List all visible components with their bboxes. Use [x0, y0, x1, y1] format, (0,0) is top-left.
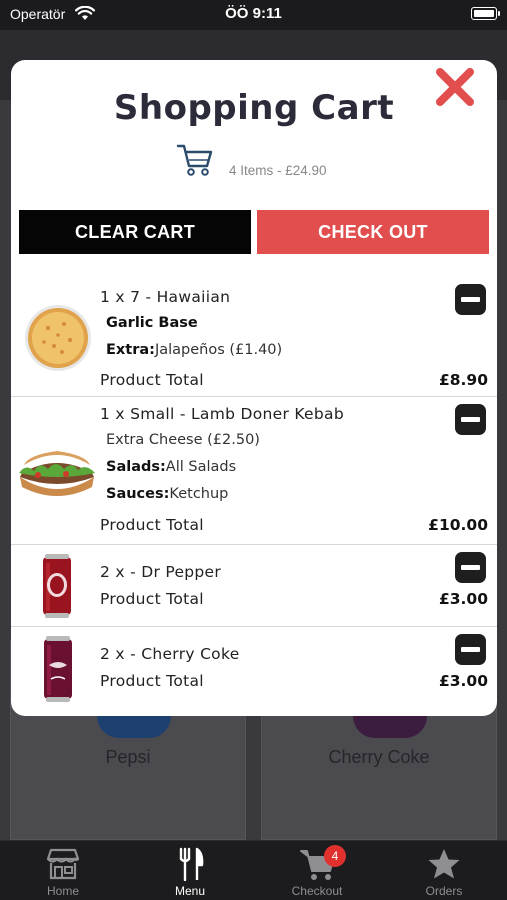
product-total-value: £3.00 — [438, 672, 488, 690]
minus-icon — [461, 647, 480, 652]
remove-item-button[interactable] — [455, 634, 486, 665]
tab-home[interactable]: Home — [0, 841, 126, 900]
tab-label: Menu — [174, 884, 206, 898]
utensils-icon — [179, 847, 204, 881]
status-bar: Operatör ÖÖ 9:11 — [0, 0, 507, 30]
product-total-value: £10.00 — [428, 516, 488, 534]
cart-icon — [176, 144, 213, 176]
status-time: ÖÖ 9:11 — [225, 5, 282, 22]
item-title: 2 x - Cherry Coke — [100, 645, 240, 663]
item-title: 1 x 7 - Hawaiian — [100, 288, 231, 306]
item-title: 1 x Small - Lamb Doner Kebab — [100, 405, 344, 423]
tab-label: Orders — [425, 884, 463, 898]
dr-pepper-can-image — [43, 554, 71, 618]
cart-summary: 4 Items - £24.90 — [229, 163, 327, 178]
menu-card-label: Cherry Coke — [328, 747, 430, 767]
item-extra: Extra Cheese (£2.50) — [106, 432, 260, 448]
item-salads-label: Salads: — [106, 459, 166, 475]
product-total-value: £3.00 — [438, 590, 488, 608]
remove-item-button[interactable] — [455, 552, 486, 583]
tab-bar: Home Menu 4 Checkout Orders — [0, 840, 507, 900]
clear-cart-button[interactable]: CLEAR CART — [19, 210, 251, 254]
minus-icon — [461, 565, 480, 570]
item-extra: Extra:Jalapeños (£1.40) — [106, 342, 282, 358]
item-extra-value: Jalapeños (£1.40) — [154, 342, 283, 358]
product-total-label: Product Total — [100, 590, 204, 608]
menu-card-label: Pepsi — [105, 747, 151, 767]
star-icon — [428, 849, 460, 879]
check-out-button[interactable]: CHECK OUT — [257, 210, 489, 254]
remove-item-button[interactable] — [455, 404, 486, 435]
item-sauces-label: Sauces: — [106, 486, 170, 502]
pepsi-can-image — [97, 716, 171, 738]
cherry-coke-can-image — [44, 636, 72, 702]
tab-checkout[interactable]: 4 Checkout — [254, 841, 380, 900]
item-sauces-value: Ketchup — [169, 486, 229, 502]
battery-icon — [471, 7, 500, 20]
cart-item: 1 x Small - Lamb Doner Kebab Extra Chees… — [11, 397, 497, 545]
item-salads-value: All Salads — [165, 459, 237, 475]
product-total-label: Product Total — [100, 371, 204, 389]
cart-item: 2 x - Cherry Coke Product Total £3.00 — [11, 627, 497, 716]
cherry-coke-can-image — [353, 716, 427, 738]
tab-menu[interactable]: Menu — [127, 841, 253, 900]
modal-title: Shopping Cart — [113, 88, 395, 128]
minus-icon — [461, 297, 480, 302]
item-salads: Salads:All Salads — [106, 459, 236, 475]
tab-label: Checkout — [291, 884, 343, 898]
item-sauces: Sauces:Ketchup — [106, 486, 228, 502]
cart-item: 1 x 7 - Hawaiian Garlic Base Extra:Jalap… — [11, 280, 497, 397]
remove-item-button[interactable] — [455, 284, 486, 315]
pizza-image — [25, 305, 91, 371]
product-total-label: Product Total — [100, 516, 204, 534]
item-base: Garlic Base — [106, 315, 198, 331]
checkout-badge: 4 — [324, 845, 346, 867]
item-title: 2 x - Dr Pepper — [100, 563, 222, 581]
minus-icon — [461, 417, 480, 422]
item-extra-label: Extra: — [106, 342, 155, 358]
kebab-image — [19, 451, 95, 496]
shopping-cart-modal: Shopping Cart 4 Items - £24.90 CLEAR CAR… — [11, 60, 497, 716]
tab-orders[interactable]: Orders — [381, 841, 507, 900]
tab-label: Home — [46, 884, 79, 898]
cart-item: 2 x - Dr Pepper Product Total £3.00 — [11, 545, 497, 627]
product-total-value: £8.90 — [438, 371, 488, 389]
product-total-label: Product Total — [100, 672, 204, 690]
store-icon — [46, 848, 80, 880]
